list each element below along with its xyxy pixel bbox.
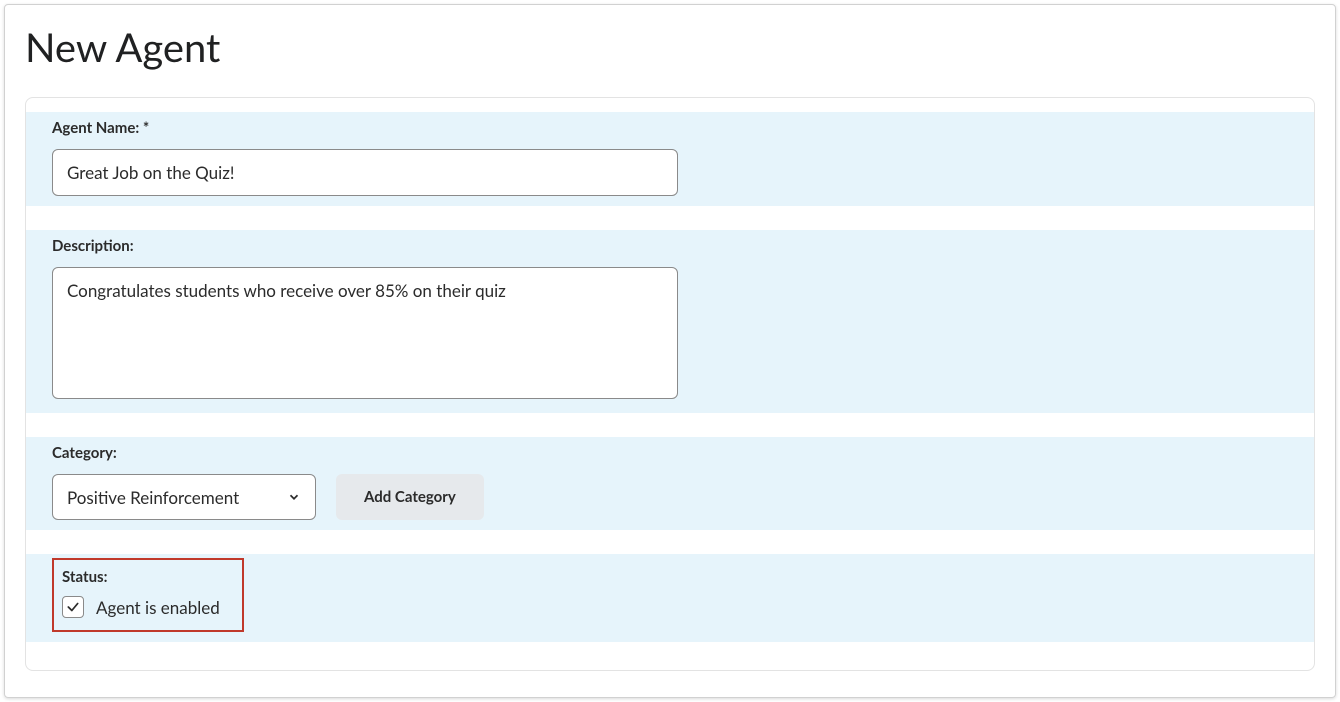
status-highlight-box: Status: Agent is enabled (52, 558, 244, 632)
agent-name-input[interactable] (52, 149, 678, 196)
category-select[interactable]: Positive Reinforcement (52, 474, 316, 520)
status-checkbox[interactable] (62, 596, 84, 618)
description-body (26, 261, 1314, 413)
description-block: Description: (52, 230, 1288, 413)
page-title: New Agent (25, 23, 1315, 71)
form-panel: Agent Name: * Description: Category: (25, 97, 1315, 671)
category-row: Positive Reinforcement Add Category (52, 474, 1288, 520)
category-label-row: Category: (26, 437, 1314, 468)
add-category-button[interactable]: Add Category (336, 474, 484, 520)
agent-name-label: Agent Name: * (52, 119, 149, 137)
description-label: Description: (52, 237, 134, 255)
category-label: Category: (52, 444, 117, 462)
description-label-row: Description: (26, 230, 1314, 261)
check-icon (66, 600, 80, 614)
agent-name-label-row: Agent Name: * (26, 112, 1314, 143)
category-body: Positive Reinforcement Add Category (26, 468, 1314, 530)
category-block: Category: Positive Reinforcement Add Cat… (52, 437, 1288, 530)
status-check-row: Agent is enabled (62, 596, 220, 618)
page-container: New Agent Agent Name: * Description: Cat… (4, 4, 1336, 698)
status-band: Status: Agent is enabled (26, 554, 1314, 642)
status-check-label: Agent is enabled (96, 597, 220, 618)
agent-name-block: Agent Name: * (52, 112, 1288, 206)
chevron-down-icon (287, 490, 301, 504)
description-textarea[interactable] (52, 267, 678, 399)
agent-name-body (26, 143, 1314, 206)
category-selected-value: Positive Reinforcement (67, 487, 239, 508)
status-label: Status: (62, 568, 220, 586)
